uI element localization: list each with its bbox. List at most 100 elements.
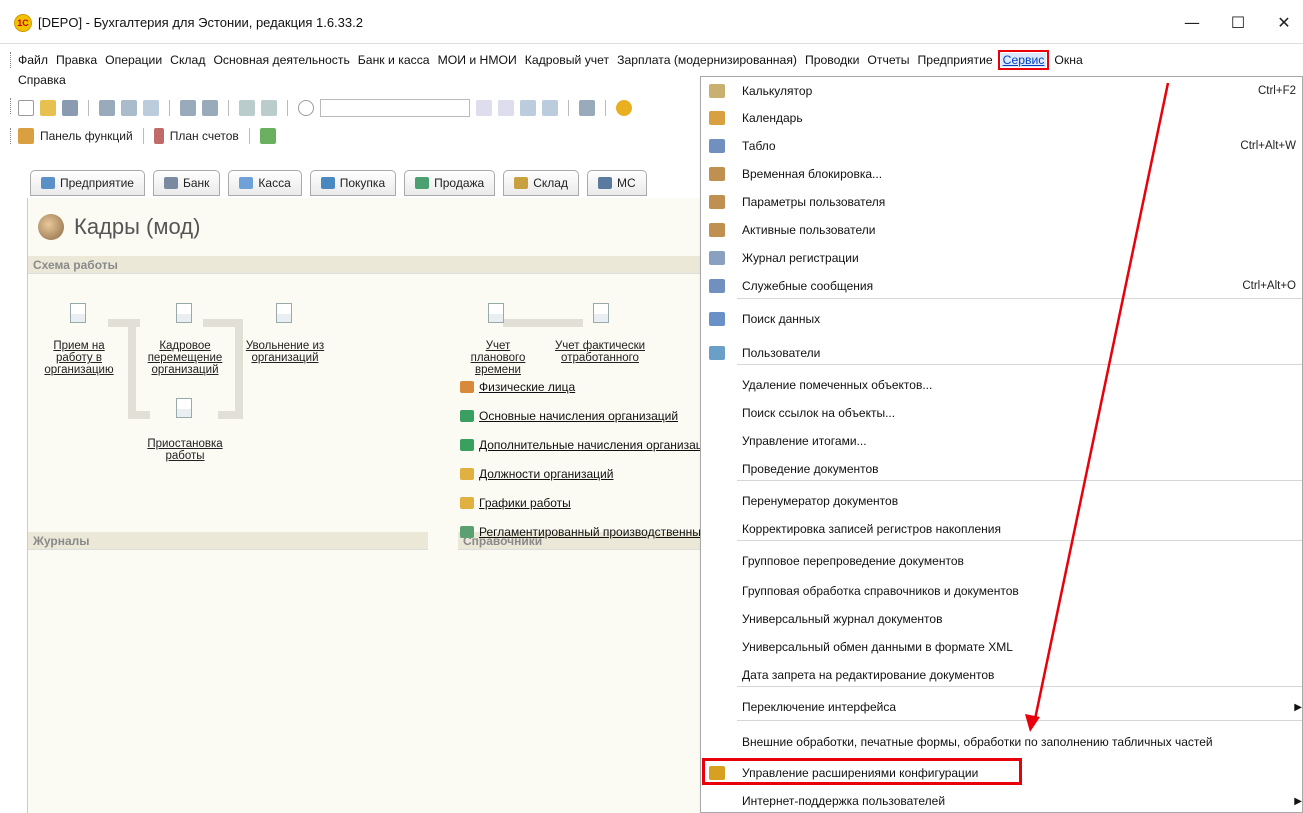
maximize-button[interactable]: ☐ xyxy=(1218,6,1258,38)
undo-icon[interactable] xyxy=(239,100,255,116)
suspension-doc-icon[interactable] xyxy=(176,398,192,418)
find-next-icon[interactable] xyxy=(520,100,536,116)
service-menu-item[interactable]: Журнал регистрации xyxy=(701,244,1303,272)
service-menu-item[interactable]: Переключение интерфейса ▶ xyxy=(701,693,1303,721)
active-users-icon xyxy=(709,223,725,237)
service-menu-item[interactable]: Внешние обработки, печатные формы, обраб… xyxy=(701,728,1303,756)
minimize-button[interactable]: — xyxy=(1172,6,1212,38)
transfer-link[interactable]: Кадровое перемещение организаций xyxy=(140,340,230,376)
hire-link[interactable]: Прием на работу в организацию xyxy=(34,340,124,376)
users-icon xyxy=(709,346,725,360)
info-icon[interactable] xyxy=(616,100,632,116)
service-menu-item[interactable]: Активные пользователи xyxy=(701,216,1303,244)
redo-icon[interactable] xyxy=(261,100,277,116)
planned-time-link[interactable]: Учет планового времени xyxy=(458,340,538,376)
menu-item[interactable]: Основная деятельность xyxy=(213,53,349,67)
hire-doc-icon[interactable] xyxy=(70,303,86,323)
menu-item-help[interactable]: Справка xyxy=(18,73,66,87)
tab[interactable]: Касса xyxy=(228,170,302,196)
windows-icon[interactable] xyxy=(579,100,595,116)
dropdown-icon[interactable] xyxy=(476,100,492,116)
actual-time-doc-icon[interactable] xyxy=(593,303,609,323)
reference-link[interactable]: Регламентированный производственный кале… xyxy=(460,517,700,546)
service-menu-item[interactable]: Групповая обработка справочников и докум… xyxy=(701,577,1303,605)
copy-icon[interactable] xyxy=(121,100,137,116)
search-icon[interactable] xyxy=(298,100,314,116)
tab[interactable]: МС xyxy=(586,170,647,196)
menu-item[interactable]: Зарплата (модернизированная) xyxy=(617,53,797,67)
service-menu-dropdown: Калькулятор Ctrl+F2 Календарь Табло Ctrl+Alt… xyxy=(700,76,1303,813)
menu-item[interactable]: Предприятие xyxy=(918,53,993,67)
save-icon[interactable] xyxy=(62,100,78,116)
service-menu-item[interactable]: Интернет-поддержка пользователей ▶ xyxy=(701,787,1303,813)
service-menu-item-label: Универсальный обмен данными в формате XM… xyxy=(742,640,1013,654)
paste-icon[interactable] xyxy=(143,100,159,116)
menu-item[interactable]: Файл xyxy=(18,53,48,67)
extensions-icon xyxy=(709,766,725,780)
menu-item[interactable]: Отчеты xyxy=(867,53,909,67)
service-menu-item[interactable]: Параметры пользователя xyxy=(701,188,1303,216)
dismissal-doc-icon[interactable] xyxy=(276,303,292,323)
menu-item[interactable]: Правка xyxy=(56,53,97,67)
tab[interactable]: Склад xyxy=(503,170,579,196)
preview-icon[interactable] xyxy=(202,100,218,116)
reference-link[interactable]: Основные начисления организаций xyxy=(460,401,700,430)
planned-time-doc-icon[interactable] xyxy=(488,303,504,323)
clear-icon[interactable] xyxy=(498,100,514,116)
cut-icon[interactable] xyxy=(99,100,115,116)
service-menu-item[interactable]: Пользователи xyxy=(701,339,1303,367)
print-icon[interactable] xyxy=(180,100,196,116)
reference-icon xyxy=(460,438,474,451)
service-menu-item[interactable]: Удаление помеченных объектов... xyxy=(701,371,1303,399)
find-prev-icon[interactable] xyxy=(542,100,558,116)
tab[interactable]: Банк xyxy=(152,170,221,196)
toolbar-separator xyxy=(605,100,606,116)
service-menu-item[interactable]: Проведение документов xyxy=(701,455,1303,483)
reference-link[interactable]: Дополнительные начисления организаций xyxy=(460,430,700,459)
service-menu-item[interactable]: Корректировка записей регистров накоплен… xyxy=(701,515,1303,543)
green-icon[interactable] xyxy=(259,128,276,144)
service-menu-item[interactable]: Универсальный журнал документов xyxy=(701,605,1303,633)
service-menu-item[interactable]: Календарь xyxy=(701,104,1303,132)
tab[interactable]: Покупка xyxy=(309,170,397,196)
functions-panel-button[interactable]: Панель функций xyxy=(40,129,133,143)
service-menu-item[interactable]: Поиск ссылок на объекты... xyxy=(701,399,1303,427)
service-menu-item[interactable]: Калькулятор Ctrl+F2 xyxy=(701,77,1303,105)
menu-item[interactable]: Проводки xyxy=(805,53,859,67)
reference-link[interactable]: Графики работы xyxy=(460,488,700,517)
service-menu-item[interactable]: Управление итогами... xyxy=(701,427,1303,455)
flow-connector xyxy=(128,411,150,419)
reference-link[interactable]: Должности организаций xyxy=(460,459,700,488)
service-menu-item[interactable]: Табло Ctrl+Alt+W xyxy=(701,132,1303,160)
actual-time-link[interactable]: Учет фактически отработанного xyxy=(550,340,650,364)
service-menu-item[interactable]: Перенумератор документов xyxy=(701,487,1303,515)
search-combo[interactable] xyxy=(320,99,470,117)
reference-link[interactable]: Физические лица xyxy=(460,372,700,401)
new-document-icon[interactable] xyxy=(18,100,34,116)
service-menu-item[interactable]: Временная блокировка... xyxy=(701,160,1303,188)
menu-item[interactable]: Операции xyxy=(105,53,162,67)
service-menu-item-label: Временная блокировка... xyxy=(742,167,883,181)
menu-item[interactable]: Кадровый учет xyxy=(525,53,609,67)
tab[interactable]: Продажа xyxy=(404,170,496,196)
service-menu-item[interactable]: Служебные сообщения Ctrl+Alt+O xyxy=(701,272,1303,300)
transfer-doc-icon[interactable] xyxy=(176,303,192,323)
open-folder-icon[interactable] xyxy=(40,100,56,116)
service-menu-item[interactable]: Групповое перепроведение документов xyxy=(701,547,1303,575)
service-menu-item[interactable]: Поиск данных xyxy=(701,305,1303,333)
service-menu-item[interactable]: Управление расширениями конфигурации xyxy=(701,759,1303,787)
menu-item[interactable]: Окна xyxy=(1054,53,1082,67)
close-button[interactable]: ✕ xyxy=(1264,6,1303,38)
toolbar-separator xyxy=(287,100,288,116)
service-menu-item[interactable]: Дата запрета на редактирование документо… xyxy=(701,661,1303,689)
service-menu-item-label: Перенумератор документов xyxy=(742,494,899,508)
menu-item[interactable]: Банк и касса xyxy=(358,53,430,67)
menu-item[interactable]: МОИ и НМОИ xyxy=(438,53,517,67)
tab[interactable]: Предприятие xyxy=(30,170,145,196)
service-menu-item[interactable]: Универсальный обмен данными в формате XM… xyxy=(701,633,1303,661)
menu-item[interactable]: Склад xyxy=(170,53,205,67)
menu-item[interactable]: Сервис xyxy=(997,50,1050,70)
dismissal-link[interactable]: Увольнение из организаций xyxy=(240,340,330,364)
chart-of-accounts-button[interactable]: План счетов xyxy=(170,129,239,143)
suspension-link[interactable]: Приостановка работы xyxy=(140,438,230,462)
